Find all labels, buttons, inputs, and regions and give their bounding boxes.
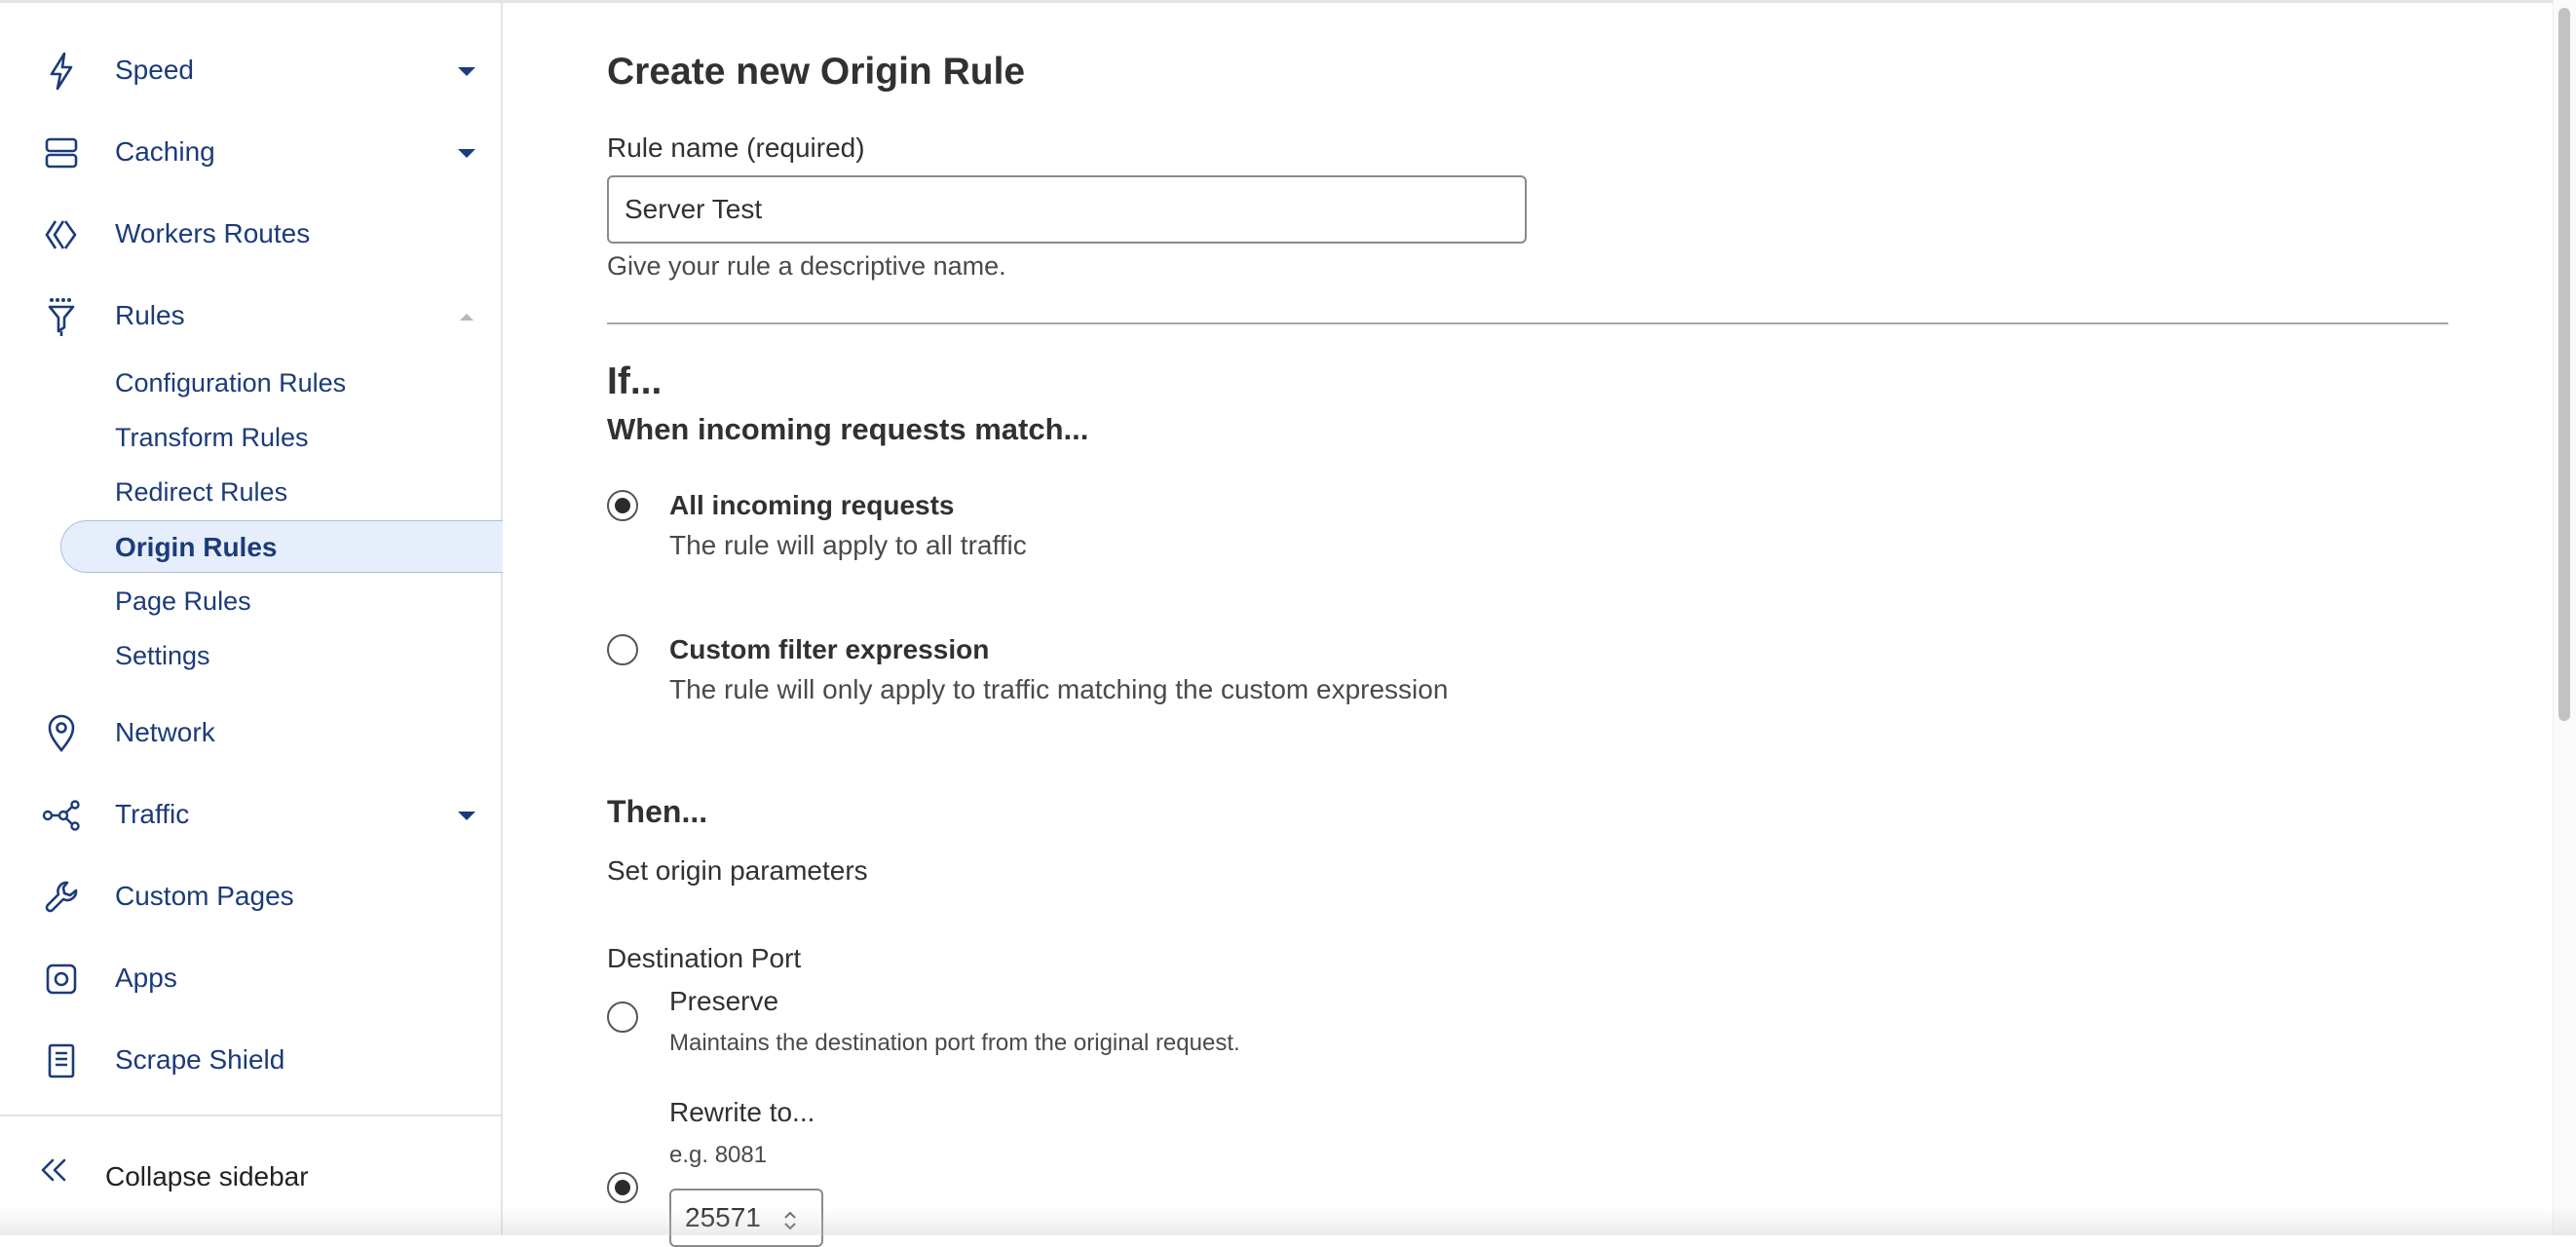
chevron-down-icon bbox=[456, 146, 477, 160]
sidebar-item-traffic[interactable]: Traffic bbox=[0, 785, 501, 844]
chevron-up-icon bbox=[456, 310, 477, 323]
apps-square-icon bbox=[39, 963, 84, 996]
sidebar-item-scrape-shield[interactable]: Scrape Shield bbox=[0, 1031, 501, 1089]
custom-filter-description: The rule will only apply to traffic matc… bbox=[669, 674, 1449, 704]
sidebar-item-label: Network bbox=[115, 717, 215, 747]
preserve-title: Preserve bbox=[669, 986, 779, 1016]
sidebar-item-label: Caching bbox=[115, 136, 215, 167]
sidebar-item-label: Traffic bbox=[115, 799, 190, 829]
rewrite-title: Rewrite to... bbox=[669, 1097, 815, 1127]
sidebar-item-network[interactable]: Network bbox=[0, 703, 501, 762]
custom-filter-radio[interactable] bbox=[607, 634, 638, 665]
sidebar-item-caching[interactable]: Caching bbox=[0, 123, 501, 181]
sidebar-item-label: Custom Pages bbox=[115, 881, 294, 911]
sidebar-item-custom-pages[interactable]: Custom Pages bbox=[0, 867, 501, 926]
then-heading: Then... bbox=[607, 794, 708, 829]
section-divider bbox=[607, 322, 2448, 324]
storage-stack-icon bbox=[39, 136, 84, 170]
sidebar-subitem-transform-rules[interactable]: Transform Rules bbox=[115, 423, 309, 453]
custom-filter-title: Custom filter expression bbox=[669, 634, 990, 664]
lightning-bolt-icon bbox=[39, 52, 84, 91]
all-requests-title: All incoming requests bbox=[669, 490, 955, 520]
location-pin-icon bbox=[39, 714, 84, 753]
traffic-nodes-icon bbox=[39, 799, 84, 832]
rule-name-help: Give your rule a descriptive name. bbox=[607, 251, 1006, 281]
all-requests-radio[interactable] bbox=[607, 490, 638, 521]
set-origin-text: Set origin parameters bbox=[607, 855, 868, 886]
sidebar-item-speed[interactable]: Speed bbox=[0, 41, 501, 99]
rule-name-input[interactable] bbox=[607, 175, 1527, 244]
sidebar-item-label: Speed bbox=[115, 55, 194, 85]
chevron-down-icon bbox=[456, 809, 477, 822]
rewrite-port-input[interactable] bbox=[669, 1189, 823, 1247]
rewrite-port-radio[interactable] bbox=[607, 1172, 638, 1203]
preserve-description: Maintains the destination port from the … bbox=[669, 1030, 1240, 1056]
if-heading: If... bbox=[607, 360, 663, 402]
wrench-icon bbox=[39, 881, 84, 914]
number-stepper-icon[interactable] bbox=[780, 1208, 800, 1233]
document-icon bbox=[39, 1043, 84, 1078]
collapse-sidebar-button[interactable]: Collapse sidebar bbox=[0, 1115, 501, 1237]
sidebar: Speed Caching Workers Routes Rules Confi… bbox=[0, 0, 503, 1235]
all-requests-description: The rule will apply to all traffic bbox=[669, 530, 1027, 560]
main-content: Create new Origin Rule Rule name (requir… bbox=[503, 0, 2553, 1247]
match-heading: When incoming requests match... bbox=[607, 412, 1089, 446]
preserve-port-radio[interactable] bbox=[607, 1001, 638, 1033]
active-subitem-label: Origin Rules bbox=[115, 532, 278, 562]
sidebar-item-apps[interactable]: Apps bbox=[0, 949, 501, 1007]
destination-port-label: Destination Port bbox=[607, 943, 802, 973]
collapse-sidebar-label: Collapse sidebar bbox=[105, 1161, 309, 1191]
workers-diamond-icon bbox=[39, 218, 84, 251]
sidebar-subitem-configuration-rules[interactable]: Configuration Rules bbox=[115, 368, 346, 398]
sidebar-item-label: Workers Routes bbox=[115, 218, 311, 248]
funnel-rules-icon bbox=[39, 298, 84, 336]
scrollbar-thumb[interactable] bbox=[2558, 8, 2570, 721]
page-title: Create new Origin Rule bbox=[607, 51, 1026, 93]
sidebar-item-label: Apps bbox=[115, 963, 177, 993]
sidebar-subitem-page-rules[interactable]: Page Rules bbox=[115, 586, 251, 617]
double-chevron-left-icon bbox=[39, 1157, 68, 1188]
sidebar-item-label: Rules bbox=[115, 300, 185, 330]
sidebar-subitem-redirect-rules[interactable]: Redirect Rules bbox=[115, 477, 287, 508]
rewrite-placeholder-hint: e.g. 8081 bbox=[669, 1142, 768, 1168]
rule-name-label: Rule name (required) bbox=[607, 132, 865, 163]
sidebar-subitem-settings[interactable]: Settings bbox=[115, 641, 210, 671]
sidebar-item-workers-routes[interactable]: Workers Routes bbox=[0, 205, 501, 263]
sidebar-item-label: Scrape Shield bbox=[115, 1044, 285, 1075]
chevron-down-icon bbox=[456, 64, 477, 78]
sidebar-item-rules[interactable]: Rules bbox=[0, 286, 501, 345]
